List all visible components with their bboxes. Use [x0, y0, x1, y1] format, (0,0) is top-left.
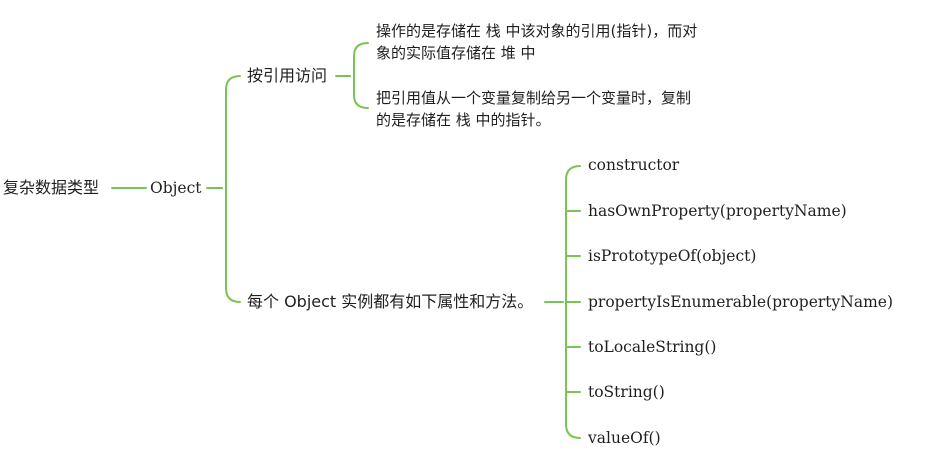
access-node[interactable]: 按引用访问	[247, 66, 327, 86]
access-note-1[interactable]: 操作的是存储在 栈 中该对象的引用(指针)，而对 象的实际值存储在 堆 中	[376, 20, 697, 64]
member-item-isprototypeof[interactable]: isPrototypeOf(object)	[588, 246, 756, 266]
members-node[interactable]: 每个 Object 实例都有如下属性和方法。	[247, 292, 533, 312]
root-node[interactable]: 复杂数据类型	[3, 178, 99, 198]
member-item-tolocalestring[interactable]: toLocaleString()	[588, 337, 716, 357]
access-note-2-line-2: 的是存储在 栈 中的指针。	[376, 111, 551, 129]
brace-access-notes	[353, 42, 369, 109]
access-note-1-line-1: 操作的是存储在 栈 中该对象的引用(指针)，而对	[376, 22, 698, 40]
member-item-hasownproperty[interactable]: hasOwnProperty(propertyName)	[588, 201, 847, 221]
member-item-tostring[interactable]: toString()	[588, 382, 665, 402]
member-item-constructor[interactable]: constructor	[588, 155, 679, 175]
mind-map-connectors	[111, 42, 581, 439]
brace-object-children	[225, 75, 241, 303]
access-note-2-line-1: 把引用值从一个变量复制给另一个变量时，复制	[376, 89, 692, 107]
member-item-valueof[interactable]: valueOf()	[588, 428, 661, 448]
member-item-propertyisenumerable[interactable]: propertyIsEnumerable(propertyName)	[588, 292, 893, 312]
access-note-2[interactable]: 把引用值从一个变量复制给另一个变量时，复制 的是存储在 栈 中的指针。	[376, 87, 691, 131]
access-note-1-line-2: 象的实际值存储在 堆 中	[376, 44, 536, 62]
object-node[interactable]: Object	[150, 178, 202, 198]
